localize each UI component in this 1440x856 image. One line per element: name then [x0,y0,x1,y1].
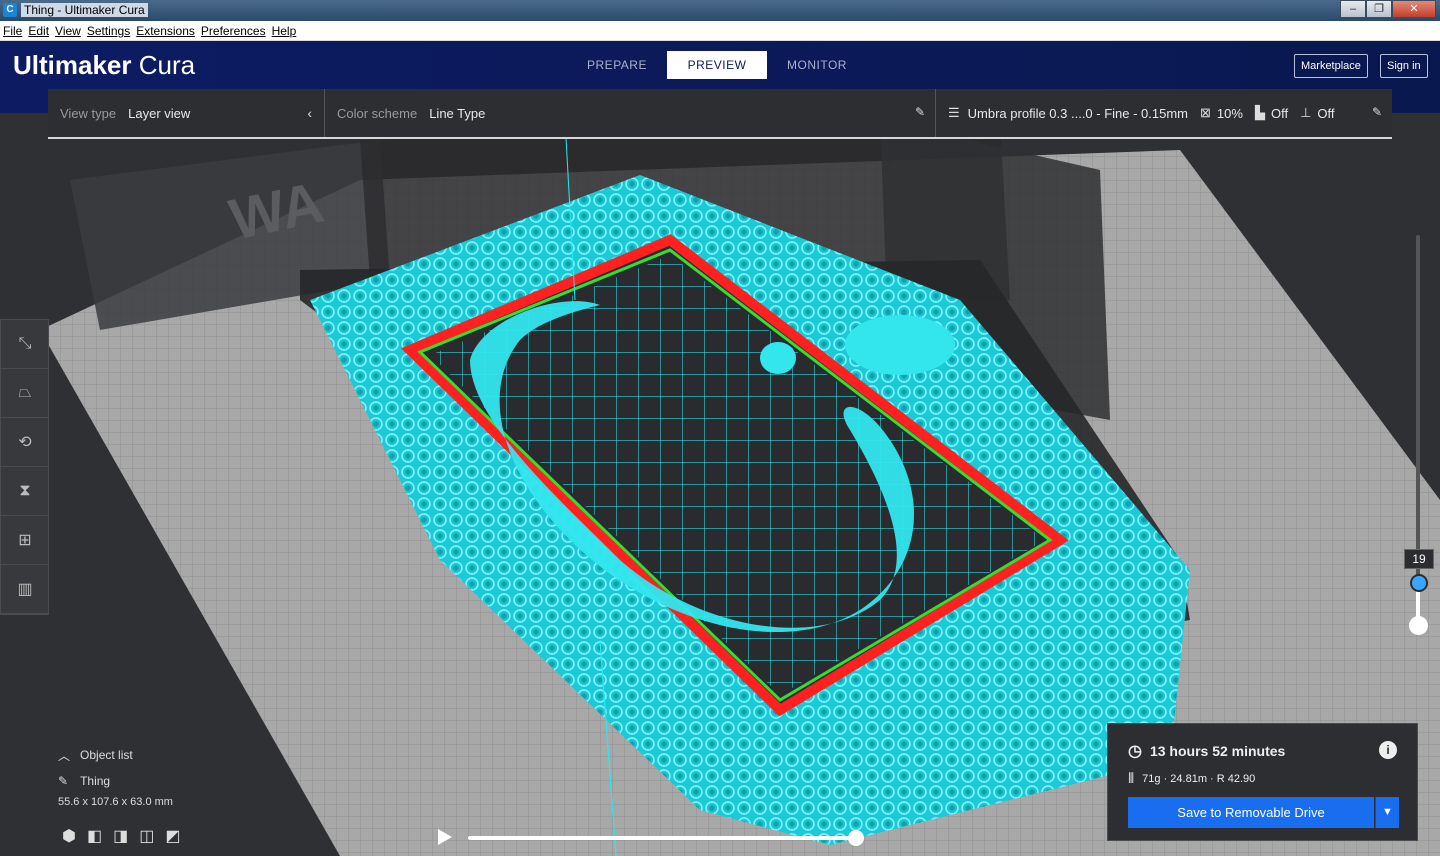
adhesion-value: Off [1317,105,1335,121]
close-button[interactable]: ✕ [1392,0,1436,18]
layer-slider-lower-handle[interactable] [1409,616,1428,635]
print-info-panel: ◷ 13 hours 52 minutes i ⦀ 71g · 24.81m ·… [1107,723,1418,841]
sign-in-button[interactable]: Sign in [1380,54,1428,78]
pencil-icon: ✎ [1371,105,1382,119]
view-type-selector[interactable]: View type Layer view ‹ [48,89,325,137]
current-layer-field[interactable]: 19 [1404,549,1434,569]
brand-bold: Ultimaker [13,50,132,80]
object-list: ︿ Object list ✎ Thing 55.6 x 107.6 x 63.… [58,742,173,808]
info-icon[interactable]: i [1379,741,1397,759]
menu-view[interactable]: View [55,24,81,38]
chevron-down-icon[interactable]: ▼ [1375,797,1399,828]
infill-icon: ⊠ [1200,105,1211,120]
tab-preview[interactable]: PREVIEW [667,51,767,79]
minimize-button[interactable]: – [1340,0,1366,18]
adhesion-icon: ⊥ [1300,105,1312,120]
profile-icon: ☰ [948,105,960,120]
material-value: 71g · 24.81m · R 42.90 [1142,772,1256,785]
object-list-header: Object list [80,748,133,762]
menu-help[interactable]: Help [272,24,297,38]
infill-value: 10% [1216,105,1243,121]
view-3d-icon[interactable]: ⬢ [62,826,76,846]
support-blocker-icon[interactable]: ▥ [1,565,49,614]
rotate-tool-icon[interactable]: ⟲ [1,418,49,467]
brand-logo: Ultimaker Cura [13,50,195,81]
color-scheme-selector[interactable]: Color scheme Line Type ✎ [325,89,936,137]
layer-slider-upper-handle[interactable] [1410,574,1428,592]
model-bump [845,315,955,375]
object-dimensions: 55.6 x 107.6 x 63.0 mm [58,796,173,808]
save-to-removable-drive-button[interactable]: Save to Removable Drive [1128,797,1374,828]
simulation-handle[interactable] [848,830,864,846]
profile-name: Umbra profile 0.3 ....0 - Fine - 0.15mm [967,105,1189,121]
per-model-settings-icon[interactable]: ⊞ [1,516,49,565]
view-type-label: View type [60,105,117,121]
play-icon[interactable] [438,829,452,845]
maximize-button[interactable]: ❐ [1366,0,1392,18]
simulation-track[interactable] [468,836,858,840]
move-tool-icon[interactable]: ⤡ [1,320,49,369]
tool-panel: ⤡ ⏢ ⟲ ⧗ ⊞ ▥ [0,319,49,615]
cura-app-icon: C [3,3,17,17]
view-front-icon[interactable]: ◧ [87,826,102,846]
object-item[interactable]: ✎ Thing [58,768,173,794]
brand-light: Cura [138,50,196,80]
tab-monitor[interactable]: MONITOR [767,51,867,79]
menu-extensions[interactable]: Extensions [136,24,195,38]
print-time: ◷ 13 hours 52 minutes [1128,741,1285,761]
window-title: Thing - Ultimaker Cura [21,3,148,17]
window-titlebar: C Thing - Ultimaker Cura – ❐ ✕ [0,0,1440,21]
scale-tool-icon[interactable]: ⏢ [1,369,49,418]
material-usage: ⦀ 71g · 24.81m · R 42.90 [1128,770,1255,787]
menu-bar: File Edit View Settings Extensions Prefe… [0,21,1440,41]
menu-file[interactable]: File [3,24,22,38]
support-value: Off [1270,105,1289,121]
view-top-icon[interactable]: ◨ [113,826,128,846]
stage-tabs: PREPARE PREVIEW MONITOR [567,51,867,79]
color-scheme-label: Color scheme [337,105,418,121]
support-icon: ▙ [1254,105,1265,120]
mirror-tool-icon[interactable]: ⧗ [1,467,49,516]
menu-preferences[interactable]: Preferences [201,24,266,38]
object-list-toggle[interactable]: ︿ Object list [58,742,173,768]
view-left-icon[interactable]: ◫ [139,826,154,846]
chevron-up-icon: ︿ [58,748,71,763]
color-scheme-value: Line Type [429,105,486,121]
tab-prepare[interactable]: PREPARE [567,51,667,79]
object-name: Thing [80,774,111,788]
print-time-value: 13 hours 52 minutes [1149,743,1286,759]
camera-views: ⬢ ◧ ◨ ◫ ◩ [62,826,180,846]
pencil-icon: ✎ [58,774,69,788]
view-type-value: Layer view [128,105,191,121]
marketplace-button[interactable]: Marketplace [1294,54,1368,78]
view-toolbar: View type Layer view ‹ Color scheme Line… [48,89,1392,139]
pencil-icon: ✎ [914,105,925,119]
clock-icon: ◷ [1128,743,1142,760]
model-dot [760,342,796,374]
menu-edit[interactable]: Edit [28,24,49,38]
filament-spool-icon: ⦀ [1128,770,1135,786]
window-controls: – ❐ ✕ [1340,0,1436,18]
chevron-left-icon: ‹ [307,105,312,121]
view-right-icon[interactable]: ◩ [165,826,180,846]
menu-settings[interactable]: Settings [87,24,130,38]
simulation-controls [438,828,868,850]
print-settings-selector[interactable]: ☰ Umbra profile 0.3 ....0 - Fine - 0.15m… [936,89,1392,137]
